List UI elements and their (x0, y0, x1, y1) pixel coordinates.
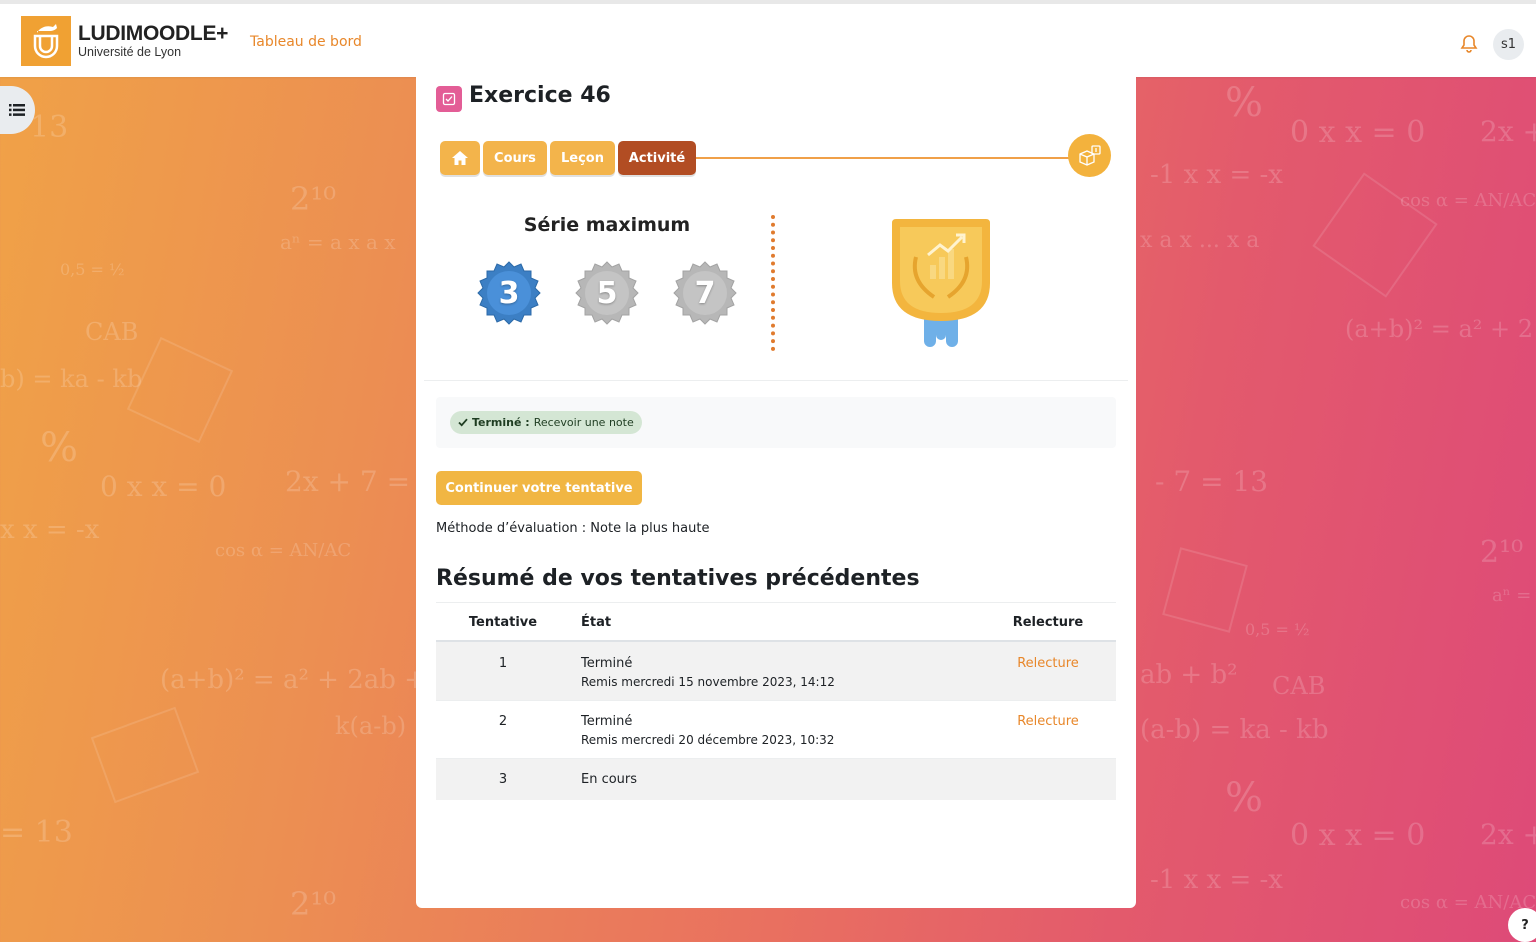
column-header-attempt: Tentative (468, 615, 538, 630)
top-navbar: LUDIMOODLE+ Université de Lyon Tableau d… (0, 0, 1536, 77)
quiz-icon (436, 86, 462, 112)
review-link[interactable]: Relecture (996, 714, 1100, 729)
attempt-state-cell: Terminé Remis mercredi 15 novembre 2023,… (581, 656, 835, 689)
completion-info: Terminé : Recevoir une note (436, 397, 1116, 448)
cube-icon[interactable] (1068, 134, 1111, 177)
grading-method: Méthode d’évaluation : Note la plus haut… (436, 521, 710, 536)
breadcrumb-lecon[interactable]: Leçon (550, 141, 615, 175)
streak-badge-3: 3 (477, 261, 541, 325)
attempt-number: 3 (498, 772, 508, 787)
attempt-number: 2 (498, 714, 508, 729)
dashboard-link[interactable]: Tableau de bord (250, 34, 362, 50)
brand-name: LUDIMOODLE+ (78, 22, 229, 45)
streak-badge-value: 7 (694, 275, 716, 311)
attempt-state: Terminé (581, 714, 633, 729)
review-link[interactable]: Relecture (996, 656, 1100, 671)
attempts-summary-title: Résumé de vos tentatives précédentes (436, 566, 920, 591)
check-icon (458, 418, 468, 427)
breadcrumb-activite[interactable]: Activité (618, 141, 696, 175)
table-row: 2 Terminé Remis mercredi 20 décembre 202… (436, 701, 1116, 759)
user-avatar[interactable]: s1 (1493, 29, 1524, 60)
trophy-medal-icon (886, 217, 996, 349)
list-icon (8, 104, 25, 116)
section-separator (771, 215, 775, 351)
completion-badge: Terminé : Recevoir une note (450, 411, 642, 434)
attempt-state-cell: Terminé Remis mercredi 20 décembre 2023,… (581, 714, 834, 747)
activity-card: Exercice 46 Cours Leçon Activité Série m… (416, 77, 1136, 908)
attempt-state-cell: En cours (581, 772, 637, 787)
breadcrumb-line (696, 157, 1071, 159)
table-header: Tentative État Relecture (436, 602, 1116, 642)
help-button[interactable]: ? (1508, 908, 1536, 942)
attempt-state: En cours (581, 772, 638, 787)
column-header-review: Relecture (1012, 615, 1084, 630)
breadcrumb-cours[interactable]: Cours (483, 141, 547, 175)
table-row: 3 En cours (436, 759, 1116, 800)
table-row: 1 Terminé Remis mercredi 15 novembre 202… (436, 642, 1116, 701)
completion-status: Terminé : (472, 416, 530, 429)
breadcrumb: Cours Leçon Activité (440, 134, 1112, 177)
content-divider (424, 380, 1128, 381)
attempt-submitted: Remis mercredi 20 décembre 2023, 10:32 (581, 733, 835, 747)
page-title: Exercice 46 (469, 83, 611, 108)
streak-title: Série maximum (523, 214, 691, 236)
streak-badge-5: 5 (575, 261, 639, 325)
brand-subtitle: Université de Lyon (78, 45, 182, 59)
completion-text: Recevoir une note (533, 416, 634, 429)
attempt-number: 1 (498, 656, 508, 671)
lion-crest-icon (33, 24, 59, 59)
streak-badge-7: 7 (673, 261, 737, 325)
brand-logo[interactable] (21, 16, 71, 66)
attempt-state: Terminé (581, 656, 633, 671)
streak-badge-value: 5 (596, 275, 618, 311)
attempts-table: Tentative État Relecture 1 Terminé Remis… (436, 602, 1116, 800)
breadcrumb-home[interactable] (440, 141, 480, 175)
attempt-submitted: Remis mercredi 15 novembre 2023, 14:12 (581, 675, 835, 689)
streak-badge-value: 3 (498, 275, 520, 311)
home-icon (452, 151, 468, 165)
continue-attempt-button[interactable]: Continuer votre tentative (436, 471, 642, 505)
column-header-state: État (581, 615, 612, 630)
bell-icon[interactable] (1459, 34, 1479, 54)
